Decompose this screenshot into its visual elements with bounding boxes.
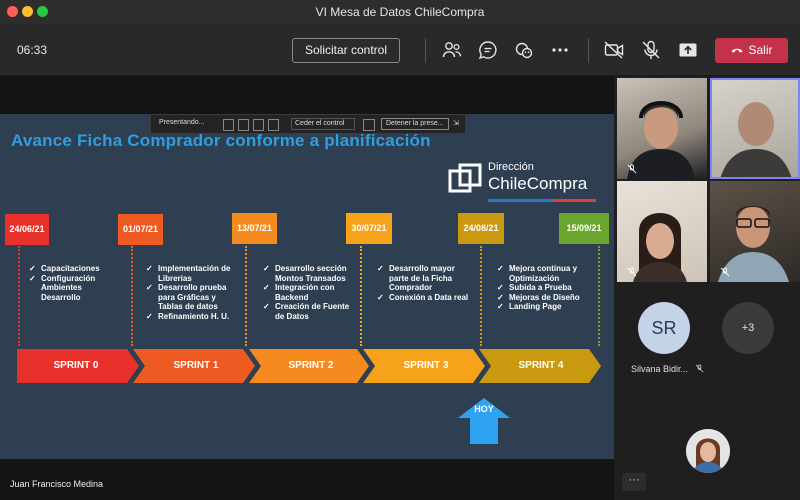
timeline-connector bbox=[245, 246, 247, 346]
title-bar: VI Mesa de Datos ChileCompra bbox=[0, 0, 800, 24]
task-item: Subida a Prueba bbox=[497, 283, 593, 293]
more-options-icon[interactable] bbox=[548, 38, 572, 62]
pip-icon[interactable] bbox=[363, 119, 375, 131]
more-participants-button[interactable]: +3 bbox=[722, 302, 774, 354]
participant-avatar[interactable]: SR bbox=[638, 302, 690, 354]
toolbar-divider bbox=[425, 38, 426, 63]
presenting-status: Presentando... bbox=[159, 119, 205, 126]
meeting-toolbar: 06:33 Solicitar control Salir bbox=[0, 24, 800, 76]
reactions-icon[interactable] bbox=[512, 38, 536, 62]
leave-button[interactable]: Salir bbox=[715, 38, 788, 63]
phone-icon bbox=[731, 48, 744, 53]
window-icon[interactable] bbox=[253, 119, 264, 131]
participant-name-text: Silvana Bidir... bbox=[631, 364, 689, 374]
view-mode-icon[interactable] bbox=[223, 119, 234, 131]
self-video-avatar[interactable] bbox=[686, 429, 730, 473]
participant-video-tile[interactable] bbox=[617, 78, 707, 179]
window-title: VI Mesa de Datos ChileCompra bbox=[315, 5, 485, 19]
task-item: Implementación de Librerías bbox=[146, 264, 242, 283]
task-item: Conexión a Data real bbox=[377, 293, 475, 303]
pin-icon[interactable]: ⇲ bbox=[453, 119, 459, 127]
timeline-connector bbox=[598, 246, 600, 346]
camera-icon[interactable] bbox=[268, 119, 279, 131]
chat-icon[interactable] bbox=[476, 38, 500, 62]
today-label: HOY bbox=[474, 404, 494, 414]
mic-off-icon bbox=[695, 364, 703, 373]
give-control-dropdown[interactable]: Ceder el control bbox=[291, 118, 355, 130]
milestone-date: 01/07/21 bbox=[118, 214, 163, 245]
self-avatar-icon bbox=[686, 429, 730, 473]
logo-underline bbox=[488, 199, 596, 202]
sprint-label: SPRINT 3 bbox=[403, 360, 449, 371]
meeting-timer: 06:33 bbox=[17, 43, 48, 57]
sprint-label: SPRINT 4 bbox=[518, 360, 564, 371]
chilecompra-logo: Dirección ChileCompra bbox=[446, 161, 596, 211]
milestone-date: 24/06/21 bbox=[5, 214, 49, 245]
milestone-date: 13/07/21 bbox=[232, 213, 277, 244]
mic-off-icon[interactable] bbox=[639, 38, 663, 62]
toolbar-divider bbox=[588, 38, 589, 63]
sprint-label: SPRINT 0 bbox=[53, 360, 99, 371]
timeline-connector bbox=[18, 246, 20, 346]
people-icon[interactable] bbox=[440, 38, 464, 62]
logo-mark-icon bbox=[448, 163, 482, 193]
task-item: Creación de Fuente de Datos bbox=[263, 302, 359, 321]
sprint-0-tasks: Capacitaciones Configuración Ambientes D… bbox=[29, 264, 119, 302]
leave-label: Salir bbox=[748, 43, 773, 57]
participant-name: Silvana Bidir... bbox=[631, 364, 704, 374]
task-item: Landing Page bbox=[497, 302, 593, 312]
milestone-date: 15/09/21 bbox=[559, 213, 609, 244]
stop-presenting-button[interactable]: Detener la prese... bbox=[381, 118, 449, 130]
logo-line-1: Dirección bbox=[488, 161, 534, 173]
sprint-2-tasks: Desarrollo sección Montos Transados Inte… bbox=[263, 264, 359, 321]
task-item: Capacitaciones bbox=[29, 264, 119, 274]
participant-video-tile[interactable] bbox=[710, 181, 800, 282]
task-item: Integración con Backend bbox=[263, 283, 359, 302]
timeline-connector bbox=[131, 246, 133, 346]
sprint-label: SPRINT 2 bbox=[288, 360, 334, 371]
camera-off-icon[interactable] bbox=[602, 38, 626, 62]
timeline-connector bbox=[480, 246, 482, 346]
task-item: Mejoras de Diseño bbox=[497, 293, 593, 303]
slide-title: Avance Ficha Comprador conforme a planif… bbox=[11, 131, 431, 150]
task-item: Desarrollo sección Montos Transados bbox=[263, 264, 359, 283]
timeline-connector bbox=[360, 246, 362, 346]
mic-off-icon bbox=[720, 267, 730, 277]
more-options-button[interactable]: ··· bbox=[622, 473, 646, 491]
share-screen-icon[interactable] bbox=[676, 38, 700, 62]
task-item: Desarrollo mayor parte de la Ficha Compr… bbox=[377, 264, 475, 293]
logo-line-2: ChileCompra bbox=[488, 174, 588, 193]
participant-video-tile[interactable] bbox=[617, 181, 707, 282]
mic-off-icon bbox=[627, 164, 637, 174]
milestone-date: 24/08/21 bbox=[458, 213, 504, 244]
task-item: Desarrollo prueba para Gráficas y Tablas… bbox=[146, 283, 242, 312]
presenter-name: Juan Francisco Medina bbox=[10, 479, 104, 489]
participants-panel: SR +3 Silvana Bidir... ··· bbox=[614, 76, 800, 500]
task-item: Configuración Ambientes Desarrollo bbox=[29, 274, 119, 303]
annotate-icon[interactable] bbox=[238, 119, 249, 131]
sprint-4-tasks: Mejora continua y Optimización Subida a … bbox=[497, 264, 593, 312]
participant-video-tile[interactable] bbox=[710, 78, 800, 179]
sprint-label: SPRINT 1 bbox=[173, 360, 219, 371]
milestone-date: 30/07/21 bbox=[346, 213, 392, 244]
teams-window: VI Mesa de Datos ChileCompra 06:33 Solic… bbox=[0, 0, 800, 500]
task-item: Mejora continua y Optimización bbox=[497, 264, 593, 283]
sprint-3-tasks: Desarrollo mayor parte de la Ficha Compr… bbox=[377, 264, 475, 302]
participant-silhouette-icon bbox=[720, 102, 792, 179]
mic-off-icon bbox=[627, 267, 637, 277]
task-item: Refinamiento H. U. bbox=[146, 312, 242, 322]
sprint-1-tasks: Implementación de Librerías Desarrollo p… bbox=[146, 264, 242, 321]
request-control-button[interactable]: Solicitar control bbox=[292, 38, 400, 63]
